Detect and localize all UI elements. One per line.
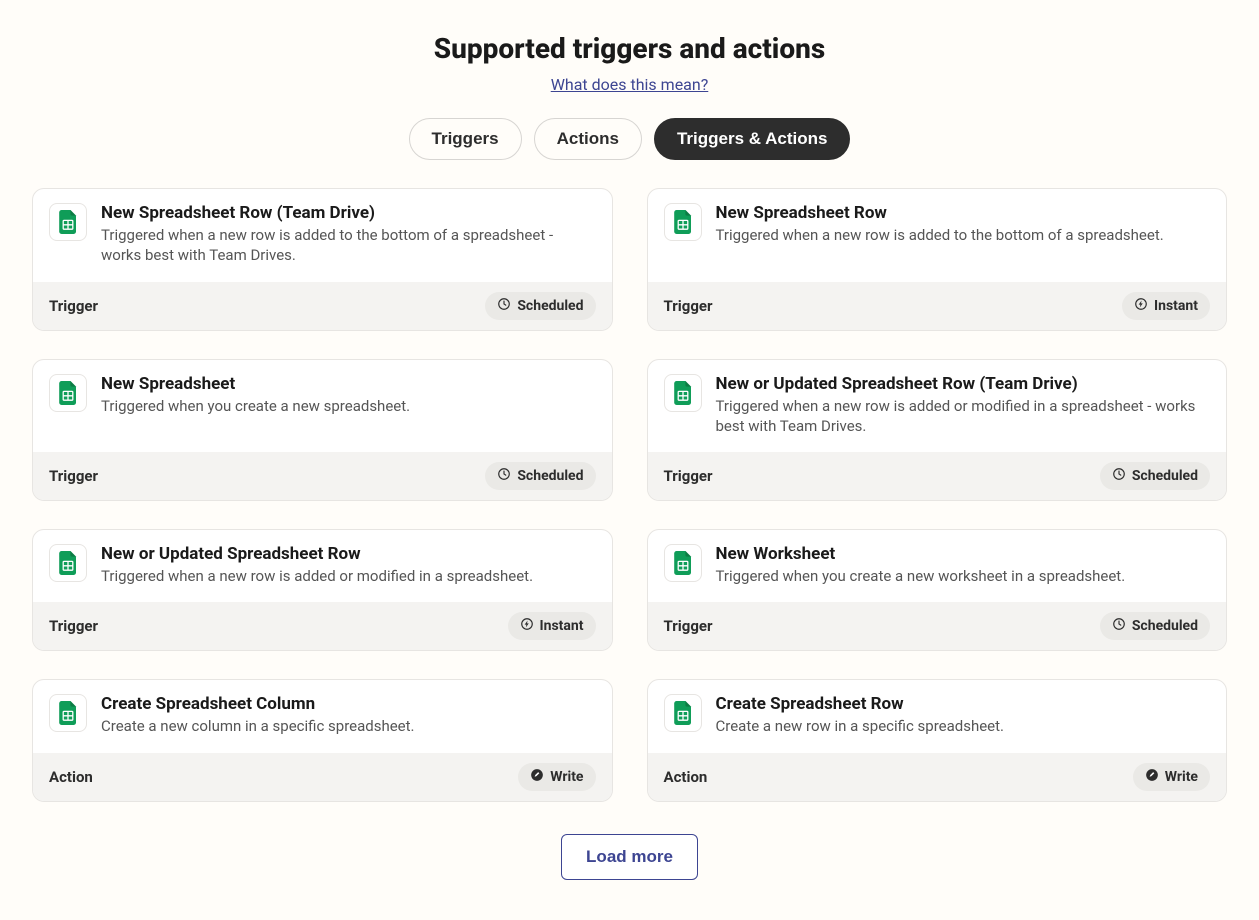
card-badge-label: Scheduled [517,468,583,484]
card-title: New Spreadsheet [101,374,596,394]
card[interactable]: New or Updated Spreadsheet RowTriggered … [32,529,613,651]
write-icon [1145,768,1159,786]
load-more-button[interactable]: Load more [561,834,698,880]
card-body: Create Spreadsheet RowCreate a new row i… [648,680,1227,752]
load-more-wrap: Load more [32,834,1227,880]
google-sheets-icon [664,374,702,412]
card-type-label: Trigger [664,297,713,315]
card-type-label: Trigger [664,467,713,485]
card-badge-label: Write [1165,769,1198,785]
card-title: Create Spreadsheet Column [101,694,596,714]
card-footer: Trigger Instant [648,282,1227,330]
bolt-icon [520,617,534,635]
google-sheets-icon [49,374,87,412]
card-type-label: Action [49,768,93,786]
card-text: New WorksheetTriggered when you create a… [716,544,1211,586]
card-body: New WorksheetTriggered when you create a… [648,530,1227,602]
card-text: New or Updated Spreadsheet Row (Team Dri… [716,374,1211,437]
card-badge-label: Scheduled [1132,468,1198,484]
card-description: Triggered when a new row is added to the… [101,225,596,266]
card-description: Create a new row in a specific spreadshe… [716,716,1211,736]
card-badge-label: Scheduled [1132,618,1198,634]
card-title: New or Updated Spreadsheet Row [101,544,596,564]
card-description: Triggered when you create a new spreadsh… [101,396,596,416]
card[interactable]: Create Spreadsheet RowCreate a new row i… [647,679,1228,801]
clock-icon [1112,617,1126,635]
tabs: Triggers Actions Triggers & Actions [32,118,1227,160]
card-description: Create a new column in a specific spread… [101,716,596,736]
card-title: New Spreadsheet Row (Team Drive) [101,203,596,223]
help-link[interactable]: What does this mean? [551,75,709,94]
card-badge: Write [1133,763,1210,791]
card-body: New SpreadsheetTriggered when you create… [33,360,612,453]
card-type-label: Trigger [49,617,98,635]
google-sheets-icon [664,203,702,241]
tab-triggers[interactable]: Triggers [409,118,522,160]
card-text: New Spreadsheet Row (Team Drive)Triggere… [101,203,596,266]
google-sheets-icon [664,544,702,582]
card[interactable]: Create Spreadsheet ColumnCreate a new co… [32,679,613,801]
card-body: New Spreadsheet RowTriggered when a new … [648,189,1227,282]
google-sheets-icon [49,544,87,582]
card[interactable]: New or Updated Spreadsheet Row (Team Dri… [647,359,1228,502]
clock-icon [1112,467,1126,485]
google-sheets-icon [49,694,87,732]
card-body: New Spreadsheet Row (Team Drive)Triggere… [33,189,612,282]
card-badge: Write [518,763,595,791]
card-text: Create Spreadsheet RowCreate a new row i… [716,694,1211,736]
card-text: New or Updated Spreadsheet RowTriggered … [101,544,596,586]
card-footer: Trigger Scheduled [33,282,612,330]
google-sheets-icon [49,203,87,241]
clock-icon [497,297,511,315]
card-footer: Action Write [33,753,612,801]
card-type-label: Trigger [49,297,98,315]
card-badge: Instant [1122,292,1210,320]
header: Supported triggers and actions What does… [32,32,1227,94]
tab-actions[interactable]: Actions [534,118,642,160]
card-text: Create Spreadsheet ColumnCreate a new co… [101,694,596,736]
card-title: Create Spreadsheet Row [716,694,1211,714]
card-type-label: Trigger [49,467,98,485]
card[interactable]: New Spreadsheet RowTriggered when a new … [647,188,1228,331]
card[interactable]: New Spreadsheet Row (Team Drive)Triggere… [32,188,613,331]
card-text: New SpreadsheetTriggered when you create… [101,374,596,437]
card-description: Triggered when a new row is added or mod… [101,566,596,586]
card-badge: Scheduled [485,292,595,320]
card-footer: Trigger Scheduled [648,602,1227,650]
bolt-icon [1134,297,1148,315]
write-icon [530,768,544,786]
card-title: New Spreadsheet Row [716,203,1211,223]
card-text: New Spreadsheet RowTriggered when a new … [716,203,1211,266]
clock-icon [497,467,511,485]
card-description: Triggered when you create a new workshee… [716,566,1211,586]
cards-grid: New Spreadsheet Row (Team Drive)Triggere… [32,188,1227,802]
tab-triggers-actions[interactable]: Triggers & Actions [654,118,851,160]
google-sheets-icon [664,694,702,732]
card-footer: Trigger Scheduled [33,452,612,500]
card-description: Triggered when a new row is added or mod… [716,396,1211,437]
card-description: Triggered when a new row is added to the… [716,225,1211,245]
card-footer: Trigger Instant [33,602,612,650]
card-type-label: Action [664,768,708,786]
card-badge: Scheduled [1100,462,1210,490]
card-badge: Instant [508,612,596,640]
card-body: New or Updated Spreadsheet Row (Team Dri… [648,360,1227,453]
card-badge-label: Scheduled [517,298,583,314]
card-title: New Worksheet [716,544,1211,564]
page-title: Supported triggers and actions [32,32,1227,65]
card-badge-label: Instant [1154,298,1198,314]
card-footer: Trigger Scheduled [648,452,1227,500]
card-badge-label: Write [550,769,583,785]
card-title: New or Updated Spreadsheet Row (Team Dri… [716,374,1211,394]
card-body: New or Updated Spreadsheet RowTriggered … [33,530,612,602]
card[interactable]: New WorksheetTriggered when you create a… [647,529,1228,651]
card-badge: Scheduled [485,462,595,490]
card-footer: Action Write [648,753,1227,801]
card-body: Create Spreadsheet ColumnCreate a new co… [33,680,612,752]
card[interactable]: New SpreadsheetTriggered when you create… [32,359,613,502]
card-type-label: Trigger [664,617,713,635]
card-badge-label: Instant [540,618,584,634]
card-badge: Scheduled [1100,612,1210,640]
